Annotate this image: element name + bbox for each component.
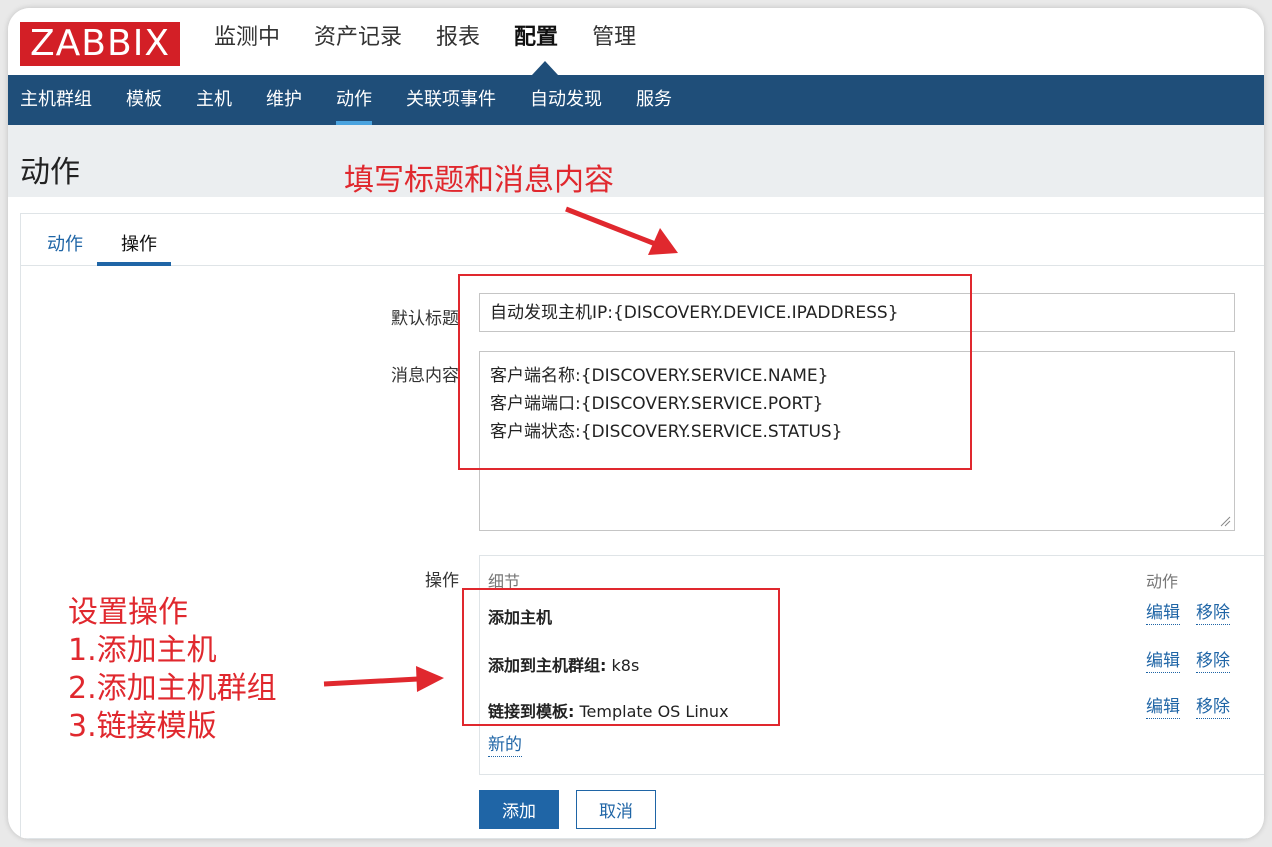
edit-link[interactable]: 编辑 [1146, 602, 1180, 625]
top-menu: 监测中 资产记录 报表 配置 管理 [214, 22, 670, 62]
subnav-actions[interactable]: 动作 [336, 75, 372, 125]
resize-handle-icon[interactable] [1219, 515, 1231, 527]
annotation-box-subject-message [458, 274, 972, 470]
top-header: ZABBIX 监测中 资产记录 报表 配置 管理 [8, 8, 1264, 75]
annotation-line: 2.添加主机群组 [68, 671, 277, 706]
subnav-discovery[interactable]: 自动发现 [530, 75, 602, 125]
sub-navigation: 主机群组 模板 主机 维护 动作 关联项事件 自动发现 服务 [8, 75, 1264, 125]
remove-link[interactable]: 移除 [1196, 650, 1230, 673]
operations-label: 操作 [425, 571, 459, 591]
add-button[interactable]: 添加 [479, 790, 559, 829]
tab-action[interactable]: 动作 [47, 230, 83, 256]
remove-link[interactable]: 移除 [1196, 602, 1230, 625]
annotation-box-operations [462, 588, 780, 726]
active-tab-indicator [97, 262, 171, 266]
page-title-bar: 动作 [8, 125, 1264, 197]
tab-operations[interactable]: 操作 [121, 230, 157, 256]
annotation-line: 1.添加主机 [68, 633, 217, 668]
top-menu-inventory[interactable]: 资产记录 [314, 22, 402, 62]
annotation-line: 3.链接模版 [68, 709, 217, 744]
page-title: 动作 [20, 155, 80, 190]
operations-header-action: 动作 [1146, 572, 1179, 591]
subnav-host-groups[interactable]: 主机群组 [20, 75, 92, 125]
subnav-maintenance[interactable]: 维护 [266, 75, 302, 125]
zabbix-logo[interactable]: ZABBIX [20, 22, 180, 66]
form-tabs: 动作 操作 [21, 214, 1264, 266]
cancel-button[interactable]: 取消 [576, 790, 656, 829]
subnav-hosts[interactable]: 主机 [196, 75, 232, 125]
active-menu-pointer [532, 61, 558, 75]
top-menu-configuration[interactable]: 配置 [514, 22, 558, 62]
annotation-line: 设置操作 [68, 595, 188, 630]
remove-link[interactable]: 移除 [1196, 696, 1230, 719]
annotation-left-note: 设置操作 1.添加主机 2.添加主机群组 3.链接模版 [68, 594, 277, 746]
annotation-top-note: 填写标题和消息内容 [344, 163, 614, 198]
top-menu-administration[interactable]: 管理 [592, 22, 636, 62]
edit-link[interactable]: 编辑 [1146, 650, 1180, 673]
top-menu-monitoring[interactable]: 监测中 [214, 22, 280, 62]
new-operation-link[interactable]: 新的 [488, 734, 522, 757]
edit-link[interactable]: 编辑 [1146, 696, 1180, 719]
top-menu-reports[interactable]: 报表 [436, 22, 480, 62]
default-subject-label: 默认标题 [391, 309, 459, 329]
subnav-event-correlation[interactable]: 关联项事件 [406, 75, 496, 125]
subnav-services[interactable]: 服务 [636, 75, 672, 125]
app-window: ZABBIX 监测中 资产记录 报表 配置 管理 主机群组 模板 主机 维护 动… [8, 8, 1264, 839]
subnav-templates[interactable]: 模板 [126, 75, 162, 125]
message-label: 消息内容 [391, 366, 459, 386]
